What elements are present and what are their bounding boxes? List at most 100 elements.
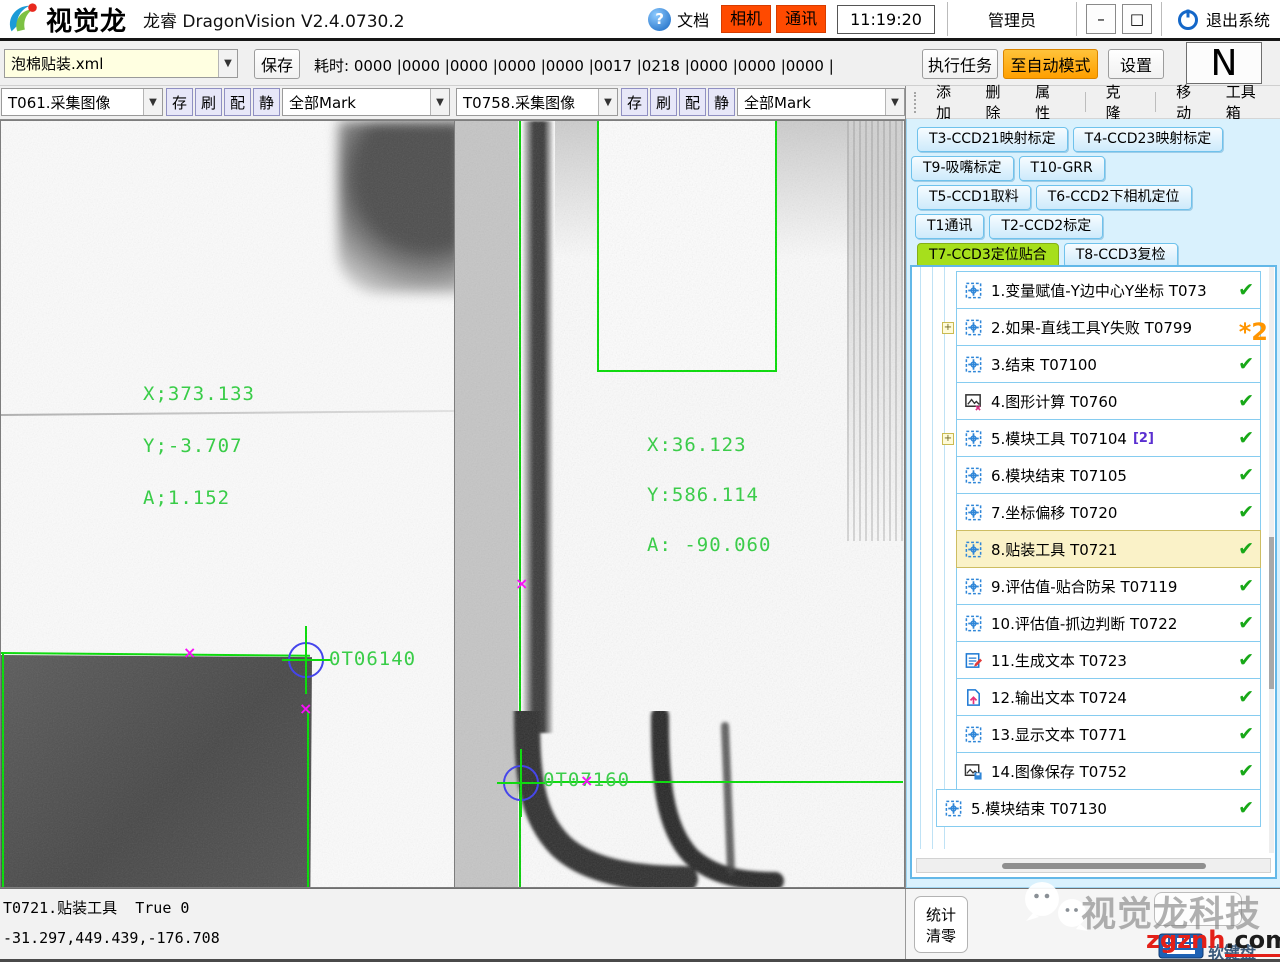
task-list-item[interactable]: 3.结束 T07100 ✔ <box>956 345 1261 383</box>
tab-T10-GRR[interactable]: T10-GRR <box>1019 156 1105 181</box>
left-source-combo[interactable]: T061.采集图像 ▼ <box>1 88 163 116</box>
task-list-item[interactable]: +2.如果-直线工具Y失败 T0799*2 <box>956 308 1261 346</box>
right-camera-view[interactable]: X:36.123 Y:586.114 A: -90.060 × 0T07160 … <box>455 120 905 888</box>
scrollbar-thumb[interactable] <box>1269 537 1274 689</box>
task-list: 1.变量赋值-Y边中心Y坐标 T073✔+2.如果-直线工具Y失败 T0799*… <box>912 271 1275 827</box>
right-mark-combo[interactable]: 全部Mark ▼ <box>737 88 905 116</box>
left-camera-view[interactable]: X;373.133 Y;-3.707 A;1.152 × × 0T06140 <box>0 120 455 888</box>
image-calc-icon <box>963 391 983 411</box>
camera-status-button[interactable]: 相机 <box>721 5 771 33</box>
right-source-combo[interactable]: T0758.采集图像 ▼ <box>456 88 618 116</box>
tab-T5-CCD1取料[interactable]: T5-CCD1取料 <box>917 185 1031 210</box>
main-toolbar: 泡棉贴装.xml ▼ 保存 耗时: 0000 |0000 |0000 |0000… <box>0 41 1280 86</box>
horizontal-scrollbar[interactable] <box>916 858 1271 873</box>
task-list-item[interactable]: 1.变量赋值-Y边中心Y坐标 T073✔ <box>956 271 1261 309</box>
maximize-button[interactable]: □ <box>1122 4 1152 34</box>
auto-mode-button[interactable]: 至自动模式 <box>1003 49 1098 79</box>
chevron-down-icon[interactable]: ▼ <box>430 89 449 115</box>
right-save-image-button[interactable]: 存 <box>621 88 648 116</box>
task-list-item[interactable]: 12.输出文本 T0724✔ <box>956 678 1261 716</box>
expander-icon[interactable]: + <box>942 322 954 334</box>
check-icon: ✔ <box>1238 575 1256 597</box>
stats-reset-button[interactable]: 统计 清零 <box>914 896 968 953</box>
stats-reset-line1: 统计 <box>915 905 967 926</box>
task-list-item[interactable]: 6.模块结束 T07105✔ <box>956 456 1261 494</box>
view-header-bar: T061.采集图像 ▼ 存 刷 配 静 全部Mark ▼ T0758.采集图像 … <box>0 86 905 120</box>
left-static-button[interactable]: 静 <box>253 88 280 116</box>
clone-button[interactable]: 克隆 <box>1106 81 1136 123</box>
task-list-item[interactable]: 7.坐标偏移 T0720✔ <box>956 493 1261 531</box>
exit-button[interactable]: 退出系统 <box>1168 7 1280 31</box>
chevron-down-icon[interactable]: ▼ <box>598 89 617 115</box>
drag-grip-icon[interactable] <box>914 92 918 113</box>
task-list-item[interactable]: 10.评估值-抓边判断 T0722✔ <box>956 604 1261 642</box>
task-list-item[interactable]: 9.评估值-贴合防呆 T07119 ✔ <box>956 567 1261 605</box>
chevron-down-icon[interactable]: ▼ <box>218 50 237 77</box>
footer-right: 统计 清零 视觉龙科技 zgznh.com 软键盘 <box>905 889 1280 959</box>
chevron-down-icon[interactable]: ▼ <box>143 89 162 115</box>
check-icon: ✔ <box>1238 353 1256 375</box>
feature-point-icon: × <box>515 576 528 592</box>
toolbox-button[interactable]: 工具箱 <box>1226 81 1270 123</box>
scrollbar-thumb[interactable] <box>1002 863 1207 869</box>
task-list-item[interactable]: +5.模块工具 T07104[2]✔ <box>956 419 1261 457</box>
left-refresh-button[interactable]: 刷 <box>195 88 222 116</box>
task-label: 9.评估值-贴合防呆 T07119 <box>991 576 1177 597</box>
right-source-value: T0758.采集图像 <box>457 92 598 113</box>
expander-icon[interactable]: + <box>942 433 954 445</box>
edge-line <box>1 410 455 416</box>
module-icon <box>963 576 983 596</box>
tab-T4-CCD23映射标定[interactable]: T4-CCD23映射标定 <box>1073 127 1224 152</box>
doc-button[interactable]: 文档 <box>677 7 709 31</box>
task-list-item[interactable]: 8.贴装工具 T0721✔ <box>956 530 1261 568</box>
check-icon: ✔ <box>1238 390 1256 412</box>
panel-toolbar: 添加 删除 属性 克隆 移动 工具箱 <box>906 86 1280 119</box>
task-list-item[interactable]: 11.生成文本 T0723✔ <box>956 641 1261 679</box>
save-button[interactable]: 保存 <box>254 49 300 79</box>
job-file-combo[interactable]: 泡棉贴装.xml ▼ <box>4 49 238 78</box>
settings-button[interactable]: 设置 <box>1108 49 1164 79</box>
tab-row: T5-CCD1取料T6-CCD2下相机定位 <box>907 181 1280 210</box>
tab-T1通讯[interactable]: T1通讯 <box>915 214 984 239</box>
feature-point-icon: × <box>299 701 312 717</box>
task-label: 8.贴装工具 T0721 <box>991 539 1117 560</box>
task-list-item[interactable]: 14.图像保存 T0752✔ <box>956 752 1261 790</box>
add-button[interactable]: 添加 <box>936 81 966 123</box>
right-match-button[interactable]: 配 <box>679 88 706 116</box>
left-mark-value: 全部Mark <box>283 92 430 113</box>
task-label: 13.显示文本 T0771 <box>991 724 1127 745</box>
dark-blob <box>338 121 455 293</box>
task-list-item[interactable]: 5.模块结束 T07130✔ <box>936 789 1261 827</box>
task-list-item[interactable]: 13.显示文本 T0771✔ <box>956 715 1261 753</box>
properties-button[interactable]: 属性 <box>1035 81 1065 123</box>
left-save-image-button[interactable]: 存 <box>166 88 193 116</box>
stats-reset-line2: 清零 <box>915 926 967 947</box>
comm-status-button[interactable]: 通讯 <box>776 5 826 33</box>
run-task-button[interactable]: 执行任务 <box>922 49 998 79</box>
left-match-button[interactable]: 配 <box>224 88 251 116</box>
url-red: zgznh <box>1146 926 1225 954</box>
task-tabs-zone: T3-CCD21映射标定T4-CCD23映射标定T9-吸嘴标定T10-GRRT5… <box>906 119 1280 888</box>
task-label: 3.结束 T07100 <box>991 354 1097 375</box>
move-button[interactable]: 移动 <box>1176 81 1206 123</box>
left-mark-combo[interactable]: 全部Mark ▼ <box>282 88 450 116</box>
tab-T3-CCD21映射标定[interactable]: T3-CCD21映射标定 <box>917 127 1068 152</box>
tab-T9-吸嘴标定[interactable]: T9-吸嘴标定 <box>911 156 1014 181</box>
task-list-item[interactable]: 4.图形计算 T0760✔ <box>956 382 1261 420</box>
right-static-button[interactable]: 静 <box>708 88 735 116</box>
help-icon[interactable]: ? <box>648 8 671 31</box>
vertical-scrollbar[interactable] <box>1269 267 1274 853</box>
tab-T6-CCD2下相机定位[interactable]: T6-CCD2下相机定位 <box>1036 185 1192 210</box>
module-icon <box>963 465 983 485</box>
job-file-name: 泡棉贴装.xml <box>5 53 218 74</box>
delete-button[interactable]: 删除 <box>986 81 1016 123</box>
chevron-down-icon[interactable]: ▼ <box>885 89 904 115</box>
minimize-button[interactable]: – <box>1086 4 1116 34</box>
right-refresh-button[interactable]: 刷 <box>650 88 677 116</box>
contour-right-line <box>307 711 309 888</box>
divider <box>1155 92 1156 112</box>
tab-T2-CCD2标定[interactable]: T2-CCD2标定 <box>989 214 1103 239</box>
tab-row: T7-CCD3定位贴合T8-CCD3复检 <box>907 239 1280 268</box>
overlay-x-value: X:36.123 <box>647 434 747 456</box>
tab-row: T3-CCD21映射标定T4-CCD23映射标定 <box>907 123 1280 152</box>
